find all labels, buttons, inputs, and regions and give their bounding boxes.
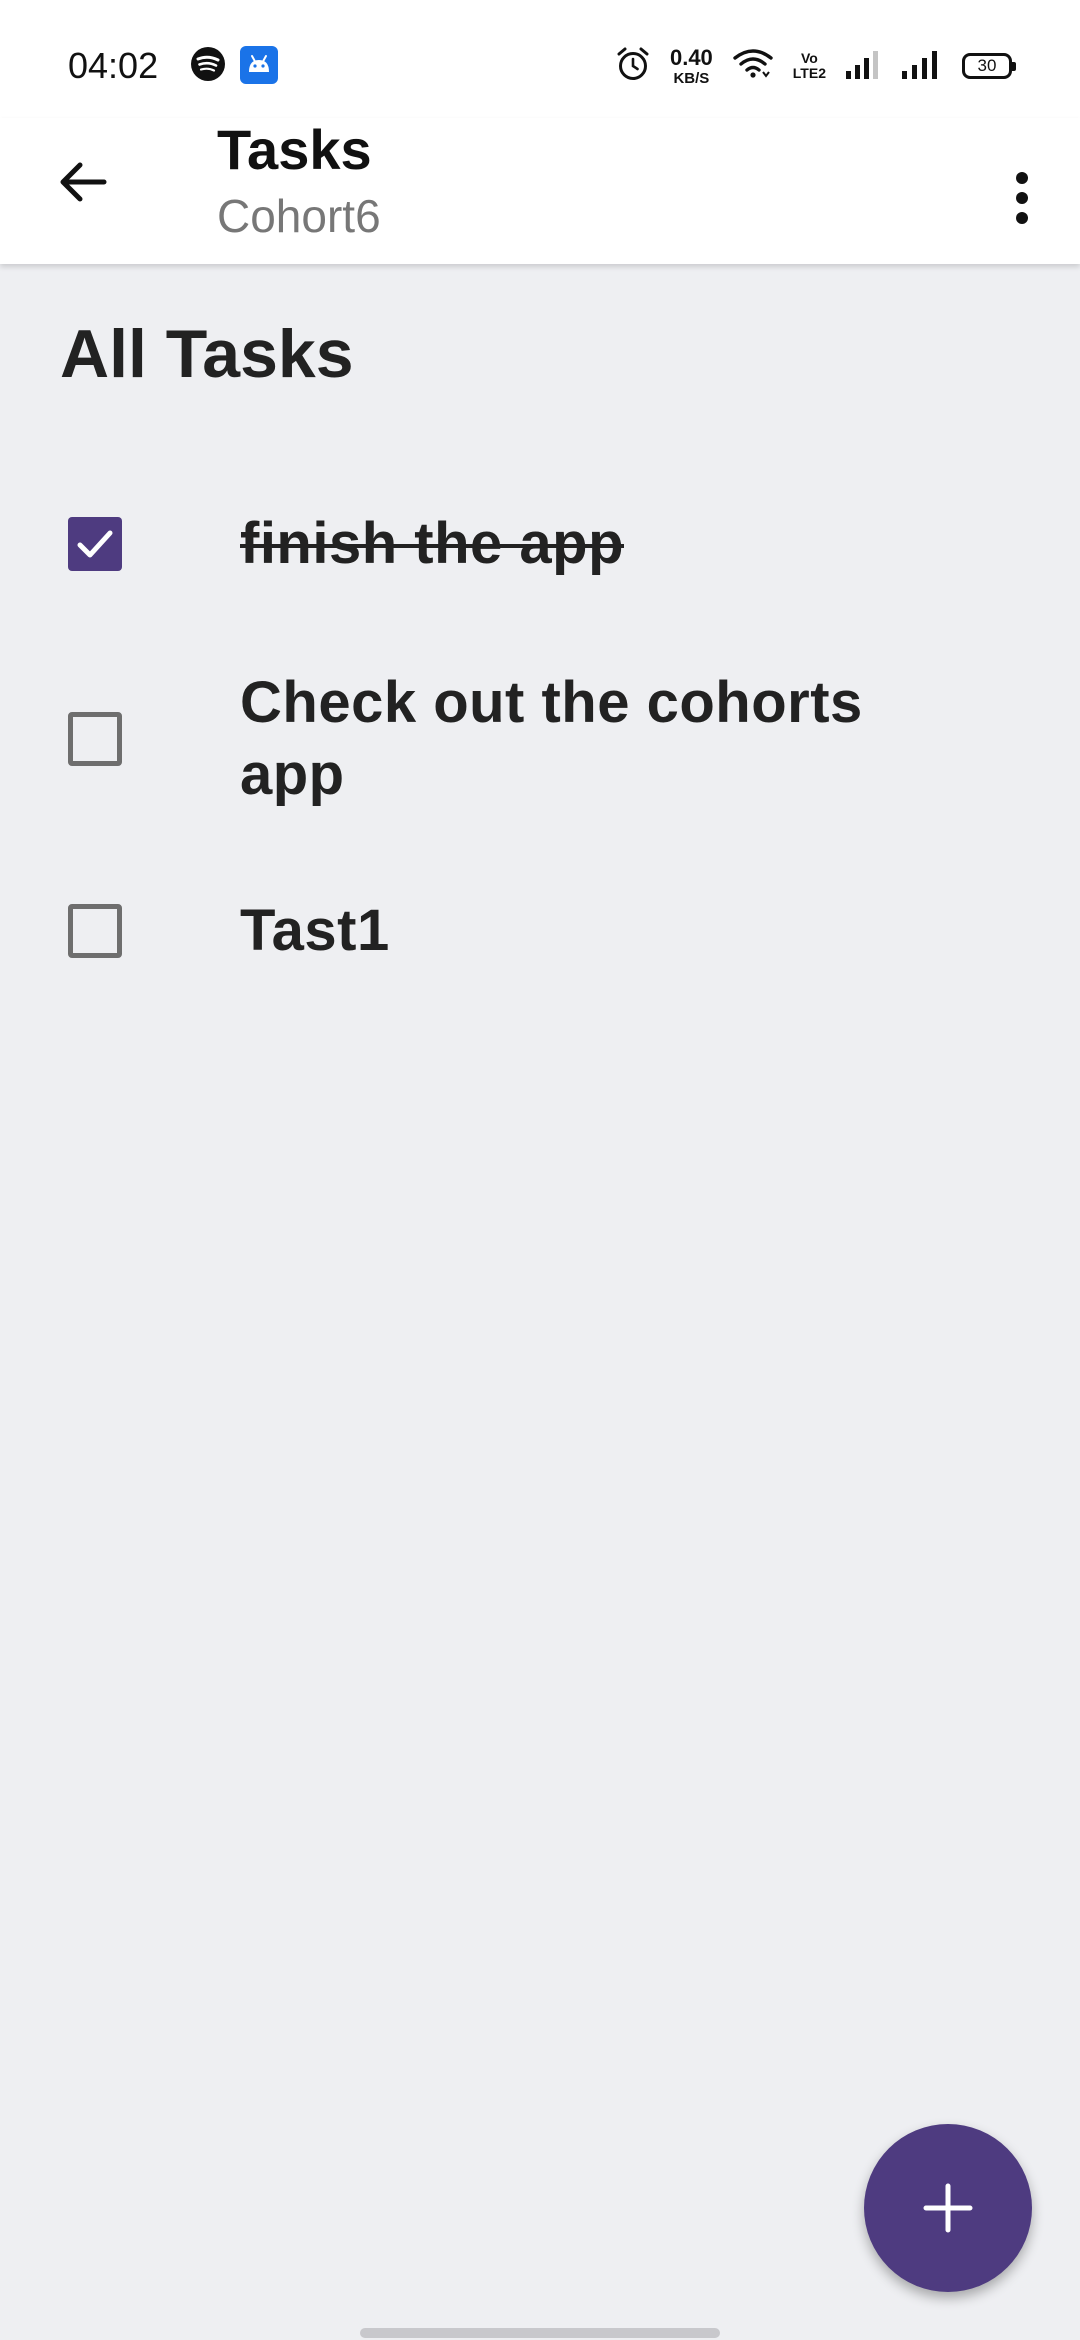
status-icons: 0.40 KB/S Vo LTE2 30 — [616, 40, 1016, 92]
task-checkbox[interactable] — [68, 712, 122, 766]
battery-level: 30 — [977, 56, 997, 75]
task-item[interactable]: Tast1 — [0, 832, 1080, 982]
task-checkbox[interactable] — [68, 904, 122, 958]
section-heading: All Tasks — [60, 316, 354, 392]
volte-top-label: Vo — [800, 50, 818, 66]
page-subtitle: Cohort6 — [217, 190, 381, 242]
task-item[interactable]: finish the app — [0, 470, 1080, 618]
check-icon — [77, 530, 113, 558]
task-label: Check out the cohorts app — [240, 670, 863, 807]
network-speed: 0.40 KB/S — [669, 44, 713, 87]
status-bar: 04:02 0.40 KB/S Vo LTE2 30 — [0, 0, 1080, 118]
network-speed-unit: KB/S — [673, 69, 710, 87]
app-bar: Tasks Cohort6 — [0, 118, 1080, 264]
network-speed-value: 0.40 — [669, 44, 713, 70]
arrow-left-icon — [60, 162, 107, 202]
android-debug-icon — [240, 46, 278, 89]
task-item[interactable]: Check out the cohorts app — [0, 618, 1080, 832]
plus-icon — [923, 2183, 973, 2233]
signal-icon — [902, 49, 942, 84]
wifi-icon — [733, 48, 773, 85]
volte-bottom-label: LTE2 — [792, 65, 826, 81]
more-options-button[interactable] — [986, 146, 1058, 250]
task-list: finish the app Check out the cohorts app… — [0, 470, 1080, 982]
spotify-icon — [190, 46, 226, 87]
signal-icon — [846, 49, 882, 84]
task-label: Tast1 — [240, 898, 390, 963]
task-checkbox[interactable] — [68, 517, 122, 571]
add-task-button[interactable] — [864, 2124, 1032, 2292]
page-title: Tasks — [217, 118, 372, 181]
status-time: 04:02 — [68, 45, 159, 86]
back-button[interactable] — [46, 146, 118, 218]
task-label: finish the app — [240, 511, 624, 576]
gesture-nav-handle[interactable] — [360, 2328, 720, 2338]
more-vert-icon — [1016, 172, 1028, 224]
volte-indicator: Vo LTE2 — [793, 51, 826, 81]
alarm-icon — [616, 46, 650, 87]
battery-icon: 30 — [962, 53, 1016, 79]
